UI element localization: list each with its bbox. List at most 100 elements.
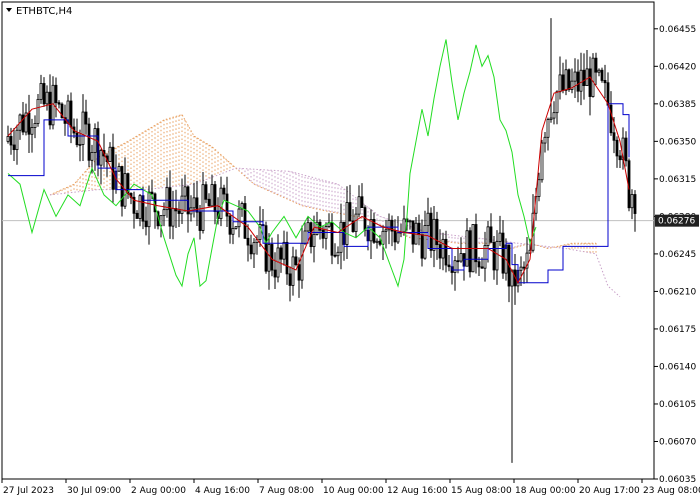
candle-down (330, 222, 334, 256)
x-tick-label: 23 Aug 08:00 (643, 486, 700, 496)
candle-up (6, 136, 10, 142)
candle-up (180, 195, 184, 214)
x-tick-label: 4 Aug 16:00 (195, 486, 250, 496)
candle-up (543, 136, 547, 144)
candle-down (438, 244, 442, 259)
candle-down (480, 266, 484, 269)
x-tick-label: 18 Aug 00:00 (515, 486, 576, 496)
candle-down (333, 254, 337, 257)
candle-up (459, 253, 463, 262)
candle-down (177, 210, 181, 214)
candle-down (213, 184, 217, 212)
candle-up (162, 209, 166, 217)
x-tick-label: 20 Aug 17:00 (579, 486, 640, 496)
x-tick-label: 10 Aug 00:00 (323, 486, 384, 496)
candle-down (297, 264, 301, 281)
candle-down (474, 224, 478, 263)
y-tick-label: 0.06455 (659, 25, 696, 35)
candle-down (567, 69, 571, 90)
candle-down (84, 111, 88, 125)
candle-up (540, 142, 544, 181)
candle-up (39, 83, 43, 100)
candle-down (624, 137, 628, 162)
candle-down (363, 207, 367, 231)
candle-up (495, 241, 499, 271)
candle-down (168, 187, 172, 227)
candle-down (603, 80, 607, 84)
candle-down (222, 187, 226, 195)
candle-down (270, 244, 274, 271)
candle-up (252, 242, 256, 255)
candle-down (615, 139, 619, 157)
candle-up (345, 202, 349, 245)
candle-down (243, 203, 247, 239)
candle-down (321, 229, 325, 239)
candle-up (312, 234, 316, 248)
y-tick-label: 0.06385 (659, 100, 696, 110)
candle-down (477, 261, 481, 268)
candle-up (555, 91, 559, 114)
candle-up (375, 240, 379, 243)
candle-down (600, 69, 604, 81)
candle-up (396, 232, 400, 243)
candle-down (444, 238, 448, 266)
y-tick-label: 0.06315 (659, 175, 696, 185)
candle-up (15, 129, 19, 151)
candle-up (267, 244, 271, 272)
candle-down (75, 132, 79, 146)
candle-down (288, 273, 292, 286)
candle-up (300, 243, 304, 281)
y-tick-label: 0.06140 (659, 362, 696, 372)
candle-down (9, 136, 13, 146)
candle-down (12, 144, 16, 151)
candle-down (576, 71, 580, 92)
candle-down (207, 198, 211, 207)
y-tick-label: 0.06420 (659, 62, 696, 72)
candle-down (612, 132, 616, 141)
candle-up (231, 228, 235, 235)
candle-up (201, 184, 205, 231)
candle-down (144, 220, 148, 228)
candle-down (378, 240, 382, 245)
candle-up (108, 146, 112, 162)
candle-up (402, 218, 406, 233)
price-chart[interactable]: 0.06455 0.06420 0.06385 0.06350 0.06315 0.062… (0, 0, 700, 500)
candle-down (489, 226, 493, 243)
y-tick-label: 0.06245 (659, 250, 696, 260)
candle-down (27, 112, 31, 135)
candle-down (618, 155, 622, 161)
x-tick-label: 12 Aug 16:00 (387, 486, 448, 496)
candle-down (249, 244, 253, 255)
y-tick-label: 0.06350 (659, 137, 696, 147)
candle-up (564, 69, 568, 91)
candle-down (633, 194, 637, 214)
candle-up (45, 91, 49, 105)
candle-up (234, 226, 238, 229)
candle-up (549, 117, 553, 120)
candle-up (183, 186, 187, 197)
candle-down (360, 196, 364, 209)
candle-down (294, 256, 298, 266)
symbol-header[interactable]: ETHBTC,H4 (6, 6, 72, 17)
x-tick-label: 2 Aug 00:00 (131, 486, 186, 496)
candle-up (357, 196, 361, 215)
x-tick-label: 15 Aug 08:00 (451, 486, 512, 496)
candle-down (228, 215, 232, 235)
candle-up (306, 222, 310, 232)
y-tick-label: 0.06105 (659, 400, 696, 410)
candle-up (336, 251, 340, 257)
candle-down (447, 264, 451, 268)
candle-up (423, 225, 427, 259)
candle-down (135, 212, 139, 219)
candle-down (501, 232, 505, 274)
candle-down (198, 211, 202, 231)
candle-down (54, 84, 58, 104)
candle-up (81, 111, 85, 145)
candle-up (585, 68, 589, 86)
candle-down (468, 230, 472, 273)
candle-up (573, 71, 577, 82)
candle-up (384, 229, 388, 232)
candle-up (33, 123, 37, 128)
candle-down (582, 69, 586, 86)
symbol-label: ETHBTC,H4 (16, 6, 72, 17)
